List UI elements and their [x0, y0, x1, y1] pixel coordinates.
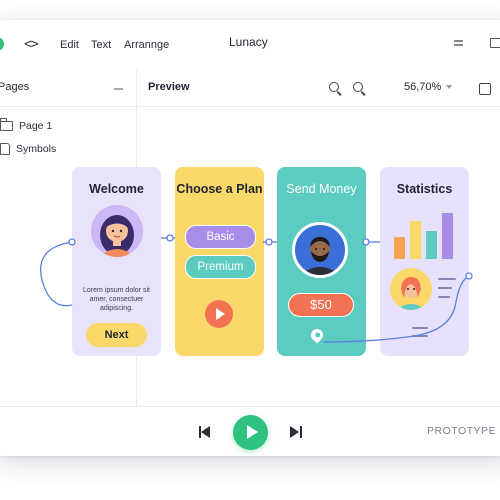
sidebar-item-symbols[interactable]: Symbols: [0, 143, 56, 155]
play-button[interactable]: [233, 415, 268, 450]
welcome-body-text: Lorem ipsum dolor sit amer, consectuer a…: [83, 287, 150, 312]
bar-chart-icon: [394, 213, 453, 259]
menu-arrange[interactable]: Arrannge: [124, 39, 169, 51]
stat-line: [412, 327, 428, 329]
menu-edit[interactable]: Edit: [60, 39, 79, 51]
child-avatar: [390, 268, 432, 310]
send-money-card[interactable]: Send Money $50: [277, 167, 366, 356]
man-avatar: [292, 222, 348, 278]
stat-line: [438, 287, 452, 289]
zoom-value[interactable]: 56,70%: [404, 81, 441, 93]
skip-previous-icon[interactable]: [199, 426, 211, 438]
prototype-mode-label[interactable]: PROTOTYPE: [427, 425, 496, 437]
zoom-out-icon[interactable]: [353, 82, 363, 92]
basic-plan-button[interactable]: Basic: [185, 225, 256, 249]
stat-line: [438, 278, 456, 280]
sidebar-item-label: Page 1: [19, 120, 53, 132]
amount-button[interactable]: $50: [288, 293, 354, 317]
stat-line: [438, 296, 450, 298]
playback-bar: PROTOTYPE: [0, 406, 500, 456]
sidebar-item-label: Symbols: [16, 143, 57, 155]
fit-screen-icon[interactable]: [479, 83, 491, 95]
collapse-icon[interactable]: [114, 88, 123, 90]
app-status-icon[interactable]: [0, 37, 4, 51]
code-icon[interactable]: <>: [24, 37, 39, 52]
woman-avatar: [91, 205, 143, 257]
preview-label: Preview: [148, 81, 190, 93]
statistics-card[interactable]: Statistics: [380, 167, 469, 356]
document-icon: [0, 143, 10, 155]
zoom-in-icon[interactable]: [329, 82, 339, 92]
play-icon[interactable]: [205, 300, 233, 328]
choose-plan-card[interactable]: Choose a Plan Basic Premium: [175, 167, 264, 356]
app-title: Lunacy: [229, 35, 268, 49]
next-button[interactable]: Next: [86, 323, 147, 347]
card-title: Choose a Plan: [176, 182, 263, 196]
menu-text[interactable]: Text: [91, 39, 111, 51]
pages-label: Pages: [0, 81, 30, 93]
welcome-screen-card[interactable]: Welcome Lorem ipsum dolor sit amer, cons…: [72, 167, 161, 356]
title-bar: <> Edit Text Arrannge Lunacy: [0, 20, 500, 70]
maximize-icon[interactable]: [490, 38, 500, 48]
hamburger-icon[interactable]: [454, 41, 463, 46]
card-title: Welcome: [89, 182, 144, 196]
sidebar-item-page-1[interactable]: Page 1: [0, 118, 53, 132]
chevron-down-icon[interactable]: [446, 85, 452, 89]
location-pin-icon: [308, 326, 326, 344]
stat-line: [412, 335, 428, 337]
folder-icon: [0, 118, 13, 131]
app-window: <> Edit Text Arrannge Lunacy Pages Page …: [0, 20, 500, 456]
pages-header: Pages: [0, 70, 136, 107]
skip-next-icon[interactable]: [290, 426, 302, 438]
premium-plan-button[interactable]: Premium: [185, 255, 256, 279]
card-title: Statistics: [396, 182, 453, 196]
card-title: Send Money: [286, 182, 357, 196]
preview-toolbar: Preview 56,70%: [136, 70, 500, 107]
